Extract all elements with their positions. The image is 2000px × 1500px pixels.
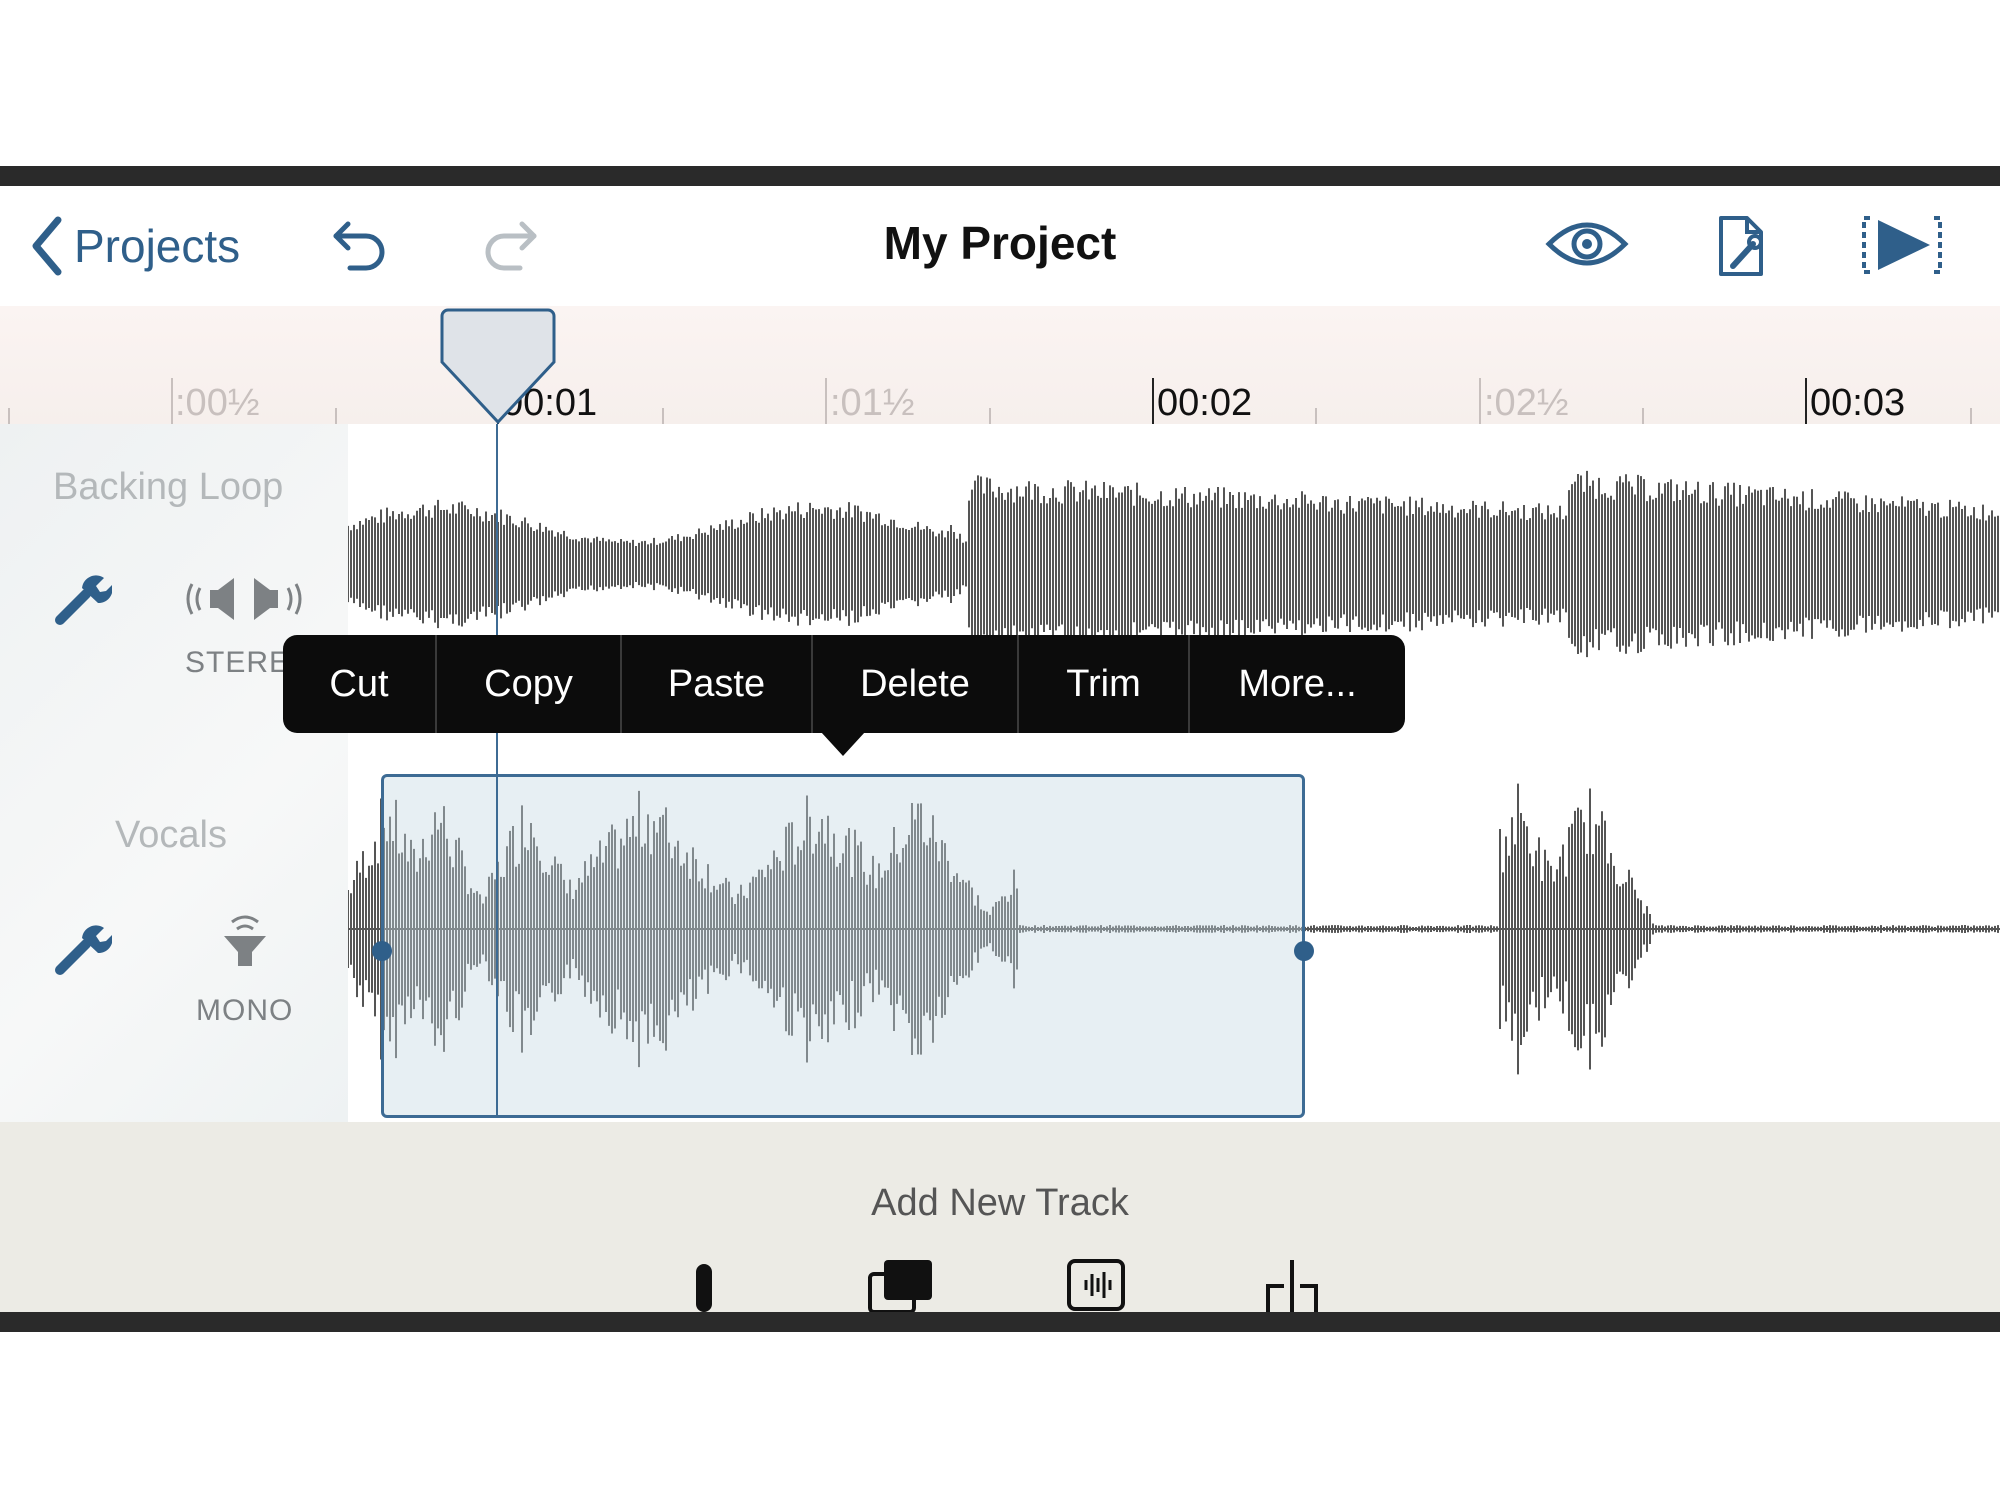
app-window: Projects My Project :00½ 00:01 :01½ 00:0 — [0, 186, 2000, 1312]
ruler-tick — [171, 378, 173, 424]
edit-context-menu: Cut Copy Paste Delete Trim More... — [283, 635, 1405, 733]
ruler-label: :00½ — [175, 382, 260, 424]
export-video-icon — [1862, 216, 1942, 274]
clip-start-handle[interactable] — [372, 941, 392, 961]
document-settings-icon — [1719, 216, 1763, 276]
mono-speaker-icon — [224, 915, 266, 966]
ruler-tick — [1152, 378, 1154, 424]
ruler-label: 00:03 — [1810, 382, 1906, 424]
ruler-tick — [1315, 408, 1317, 424]
device-bezel-top — [0, 166, 2000, 186]
stereo-speakers-icon — [186, 578, 302, 620]
channel-label-vocals: MONO — [196, 994, 294, 1027]
split-icon — [1266, 1260, 1318, 1312]
track-name-vocals[interactable]: Vocals — [115, 814, 227, 857]
ruler-label: :01½ — [830, 382, 915, 424]
playhead-handle[interactable] — [440, 308, 556, 431]
media-library-icon — [868, 1260, 932, 1312]
ruler-tick — [825, 378, 827, 424]
add-split-track-button[interactable] — [1264, 1258, 1320, 1312]
microphone-icon — [696, 1264, 712, 1312]
menu-copy[interactable]: Copy — [437, 635, 622, 733]
menu-cut[interactable]: Cut — [283, 635, 437, 733]
wrench-icon — [55, 925, 113, 975]
clip-end-handle[interactable] — [1294, 941, 1314, 961]
track-headers: Backing Loop STEREO Vocals MONO — [0, 424, 348, 1122]
audio-waveform-icon — [1067, 1259, 1125, 1311]
timeline-ruler[interactable]: :00½ 00:01 :01½ 00:02 :02½ 00:03 — [0, 306, 2000, 424]
mono-toggle-button[interactable] — [220, 912, 270, 977]
ruler-label: 00:02 — [1157, 382, 1253, 424]
project-title: My Project — [883, 217, 1117, 269]
menu-trim[interactable]: Trim — [1019, 635, 1190, 733]
menu-delete[interactable]: Delete — [813, 635, 1019, 733]
ruler-tick — [989, 408, 991, 424]
playhead-marker-icon — [440, 308, 556, 425]
device-bezel-bottom — [0, 1312, 2000, 1332]
ruler-tick — [1970, 408, 1972, 424]
ruler-tick — [1479, 378, 1481, 424]
eye-icon — [1545, 222, 1629, 266]
toolbar: Projects My Project — [0, 186, 2000, 307]
add-recording-track-button[interactable] — [684, 1258, 724, 1312]
ruler-tick — [1642, 408, 1644, 424]
track-settings-button-vocals[interactable] — [52, 918, 113, 983]
tracks-area: Backing Loop STEREO Vocals MONO — [0, 424, 2000, 1122]
track-settings-button-backing-loop[interactable] — [52, 568, 113, 633]
stereo-toggle-button[interactable] — [182, 574, 306, 629]
add-track-panel: Add New Track — [0, 1122, 2000, 1312]
add-media-track-button[interactable] — [868, 1258, 934, 1312]
ruler-tick — [8, 408, 10, 424]
menu-more[interactable]: More... — [1190, 635, 1405, 733]
ruler-tick — [335, 408, 337, 424]
ruler-tick — [662, 408, 664, 424]
waveform-path — [348, 470, 1999, 658]
playhead-line — [496, 424, 498, 1118]
track-name-backing-loop[interactable]: Backing Loop — [53, 466, 283, 509]
menu-paste[interactable]: Paste — [622, 635, 813, 733]
wrench-icon — [55, 575, 113, 625]
ruler-tick — [1805, 378, 1807, 424]
document-settings-button[interactable] — [1715, 214, 1771, 278]
selected-clip[interactable] — [372, 774, 1314, 1118]
add-track-label: Add New Track — [871, 1182, 1129, 1224]
context-menu-arrow — [821, 732, 865, 756]
export-button[interactable] — [1860, 214, 1944, 276]
ruler-label: :02½ — [1484, 382, 1569, 424]
add-audio-track-button[interactable] — [1066, 1258, 1126, 1312]
preview-button[interactable] — [1545, 214, 1629, 274]
